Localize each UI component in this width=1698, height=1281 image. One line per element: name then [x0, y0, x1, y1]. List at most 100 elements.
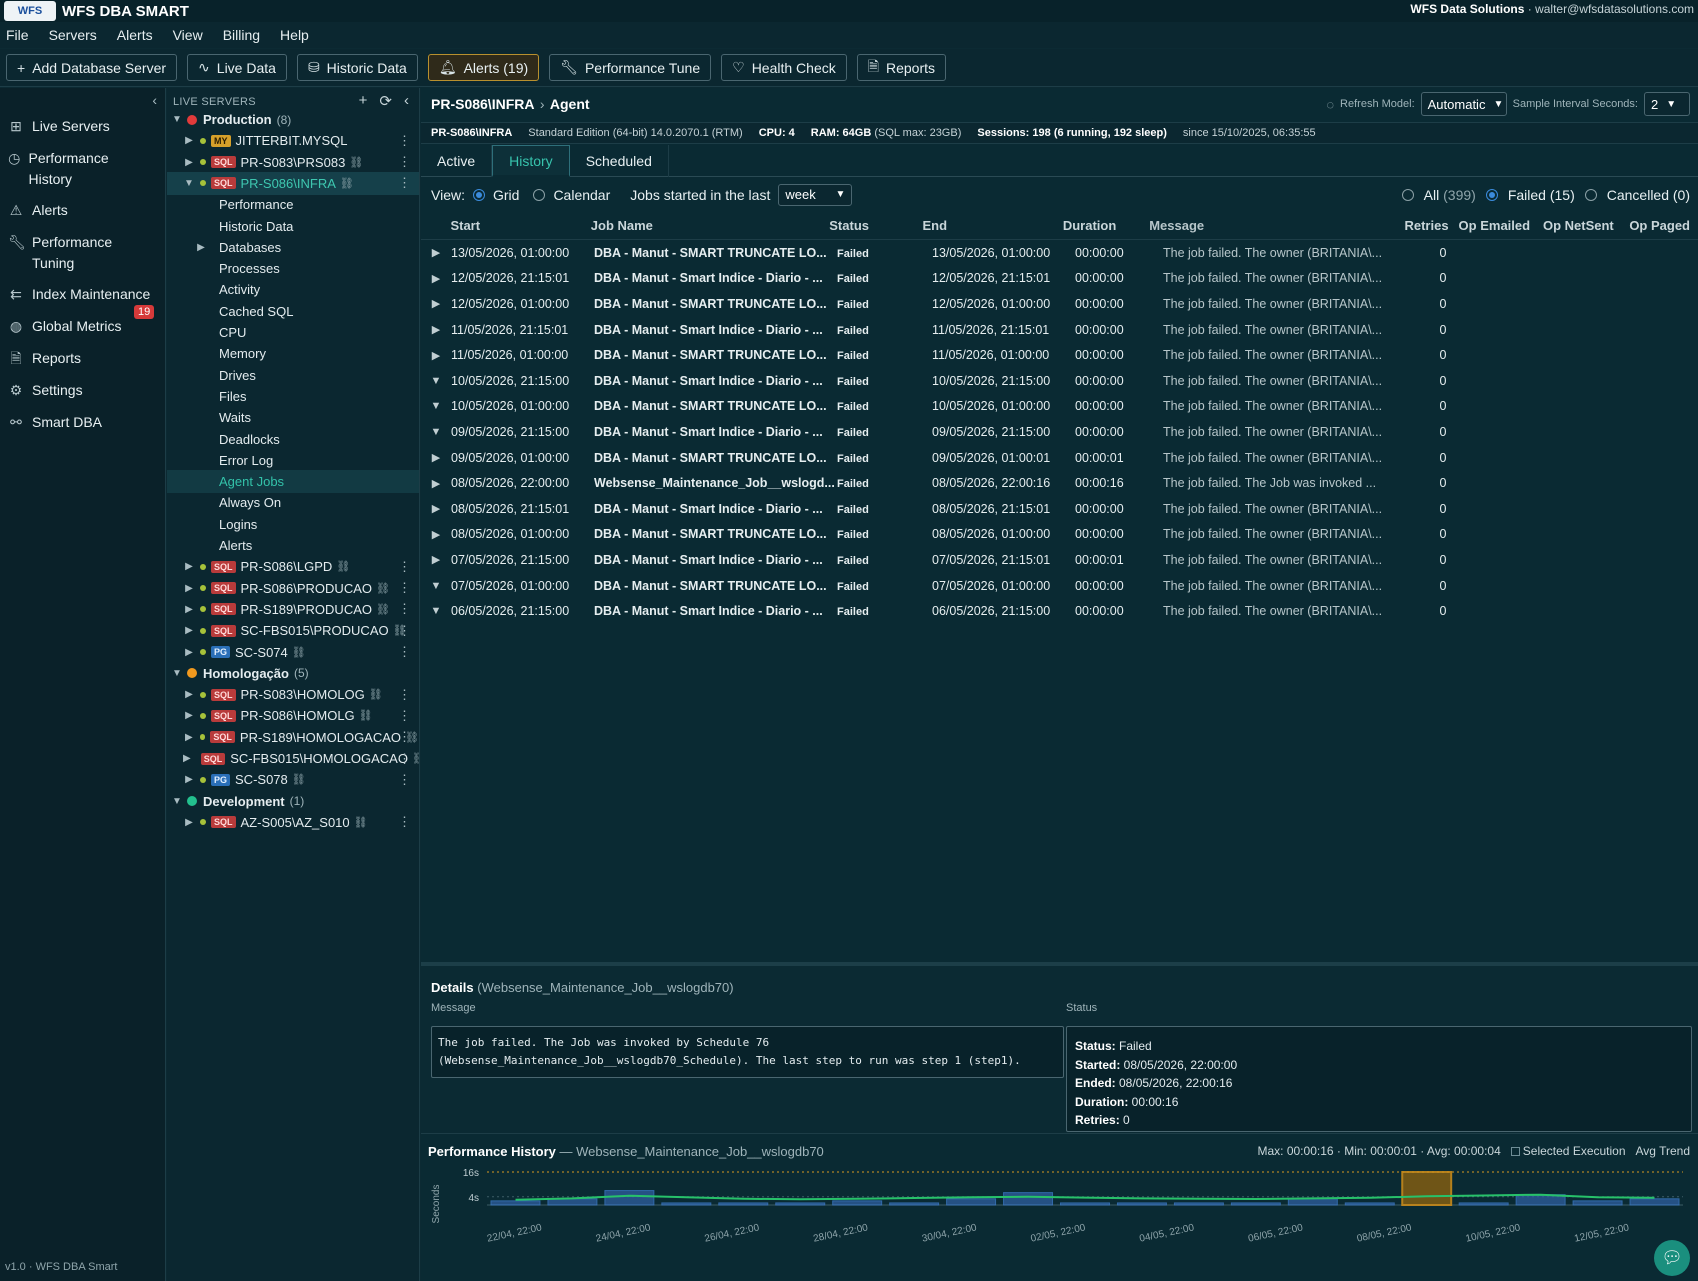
menu-help[interactable]: Help [280, 27, 309, 43]
add-database-server-button[interactable]: + Add Database Server [6, 54, 178, 81]
tree-subitem-waits[interactable]: Waits [167, 406, 419, 429]
more-options-icon[interactable]: ⋮ [398, 559, 411, 575]
tree-server[interactable]: ▶ SQL PR-S083\PRS083 ⛓ ⋮ [167, 151, 419, 174]
tree-server[interactable]: ▶ SQL PR-S189\HOMOLOGACAO ⛓ ⋮ [167, 726, 419, 749]
more-options-icon[interactable]: ⋮ [398, 133, 411, 149]
chevron-down-icon[interactable]: ▼ [421, 580, 451, 592]
nav-performance-tuning[interactable]: 🔧︎ Performance Tuning [8, 232, 128, 274]
nav-performance-history[interactable]: ◷ Performance History [8, 148, 128, 190]
more-options-icon[interactable]: ⋮ [398, 623, 411, 639]
more-options-icon[interactable]: ⋮ [398, 708, 411, 724]
tree-group-production[interactable]: ▼ Production (8) [167, 108, 419, 131]
col-job-name[interactable]: Job Name [591, 218, 829, 233]
tree-subitem-error-log[interactable]: Error Log [167, 449, 419, 472]
table-row[interactable]: ▶ 08/05/2026, 21:15:01 DBA - Manut - Smart… [421, 496, 1698, 522]
tree-subitem-alerts[interactable]: Alerts [167, 534, 419, 557]
chevron-right-icon[interactable]: ▶ [421, 477, 451, 490]
tree-subitem-activity[interactable]: Activity [167, 278, 419, 301]
grid-radio[interactable] [472, 188, 485, 201]
nav-live-servers[interactable]: ⊞ Live Servers [8, 116, 110, 137]
chevron-right-icon[interactable]: ▶ [421, 553, 451, 566]
chevron-right-icon[interactable]: ▶ [183, 135, 195, 146]
chevron-right-icon[interactable]: ▶ [183, 561, 195, 572]
chevron-right-icon[interactable]: ▶ [421, 323, 451, 336]
col-retries[interactable]: Retries [1390, 218, 1459, 233]
legend-trend[interactable]: Avg Trend [1636, 1144, 1690, 1158]
tree-subitem-logins[interactable]: Logins [167, 513, 419, 536]
filter-failed-label[interactable]: Failed (15) [1508, 187, 1575, 203]
alerts-19-button[interactable]: 🔔︎ Alerts (19) [427, 54, 540, 81]
table-row[interactable]: ▶ 11/05/2026, 21:15:01 DBA - Manut - Smart… [421, 317, 1698, 343]
chevron-right-icon[interactable]: ▶ [421, 502, 451, 515]
grid-label[interactable]: Grid [493, 187, 519, 203]
col-end[interactable]: End [923, 218, 1063, 233]
chevron-right-icon[interactable]: ▶ [421, 246, 451, 259]
tree-server[interactable]: ▶ SQL PR-S086\PRODUCAO ⛓ ⋮ [167, 577, 419, 600]
col-op-emailed[interactable]: Op Emailed [1459, 218, 1543, 233]
col-duration[interactable]: Duration [1063, 218, 1149, 233]
col-op-netsent[interactable]: Op NetSent [1543, 218, 1629, 233]
tree-server[interactable]: ▶ SQL PR-S086\LGPD ⛓ ⋮ [167, 555, 419, 578]
tree-subitem-agent-jobs[interactable]: Agent Jobs [167, 470, 419, 494]
chevron-right-icon[interactable]: ▶ [183, 583, 195, 594]
more-options-icon[interactable]: ⋮ [398, 601, 411, 617]
nav-smart-dba[interactable]: ⚯ Smart DBA [8, 412, 102, 433]
tree-subitem-cpu[interactable]: CPU [167, 321, 419, 344]
chevron-right-icon[interactable]: ▶ [183, 753, 191, 764]
table-row[interactable]: ▶ 12/05/2026, 21:15:01 DBA - Manut - Smart… [421, 266, 1698, 292]
calendar-label[interactable]: Calendar [553, 187, 610, 203]
chevron-right-icon[interactable]: ▶ [183, 689, 195, 700]
tree-subitem-performance[interactable]: Performance [167, 193, 419, 216]
period-select[interactable]: week ▼ [778, 183, 853, 206]
more-options-icon[interactable]: ⋮ [398, 729, 411, 745]
tree-subitem-always-on[interactable]: Always On [167, 491, 419, 514]
chevron-right-icon[interactable]: ▶ [183, 732, 195, 743]
tree-server[interactable]: ▶ PG SC-S074 ⛓ ⋮ [167, 641, 419, 664]
table-row[interactable]: ▶ 12/05/2026, 01:00:00 DBA - Manut - SMART… [421, 291, 1698, 317]
filter-all-radio[interactable] [1401, 188, 1414, 201]
more-options-icon[interactable]: ⋮ [398, 814, 411, 830]
table-row[interactable]: ▼ 07/05/2026, 01:00:00 DBA - Manut - SMART… [421, 573, 1698, 599]
nav-settings[interactable]: ⚙ Settings [8, 380, 83, 401]
more-options-icon[interactable]: ⋮ [398, 751, 411, 767]
sample-interval-select[interactable]: 2 ▼ [1644, 92, 1690, 116]
tree-server[interactable]: ▶ SQL PR-S083\HOMOLOG ⛓ ⋮ [167, 683, 419, 706]
chevron-right-icon[interactable]: ▶ [421, 349, 451, 362]
table-row[interactable]: ▼ 10/05/2026, 21:15:00 DBA - Manut - Smart… [421, 368, 1698, 394]
collapse-nav-icon[interactable]: ‹ [152, 92, 157, 108]
chevron-right-icon[interactable]: ▶ [183, 604, 195, 615]
filter-cancelled-label[interactable]: Cancelled (0) [1607, 187, 1690, 203]
health-check-button[interactable]: ♡ Health Check [721, 54, 847, 81]
tree-subitem-cached-sql[interactable]: Cached SQL [167, 300, 419, 323]
chevron-right-icon[interactable]: ▶ [421, 272, 451, 285]
chevron-right-icon[interactable]: ▶ [421, 451, 451, 464]
table-row[interactable]: ▼ 09/05/2026, 21:15:00 DBA - Manut - Smart… [421, 419, 1698, 445]
chevron-right-icon[interactable]: ▶ [183, 647, 195, 658]
tree-group-homologação[interactable]: ▼ Homologação (5) [167, 662, 419, 685]
chevron-right-icon[interactable]: ▶ [183, 817, 195, 828]
chevron-right-icon[interactable]: ▶ [183, 157, 195, 168]
historic-data-button[interactable]: ⛁ Historic Data [296, 54, 418, 81]
tree-subitem-files[interactable]: Files [167, 385, 419, 408]
more-options-icon[interactable]: ⋮ [398, 687, 411, 703]
table-row[interactable]: ▶ 08/05/2026, 22:00:00 Websense_Maintenanc… [421, 470, 1698, 496]
more-options-icon[interactable]: ⋮ [398, 644, 411, 660]
reports-button[interactable]: 🗎 Reports [856, 54, 947, 81]
chevron-down-icon[interactable]: ▼ [421, 375, 451, 387]
chevron-right-icon[interactable]: ▶ [183, 710, 195, 721]
tree-subitem-drives[interactable]: Drives [167, 364, 419, 387]
col-start[interactable]: Start [450, 218, 590, 233]
tree-subitem-processes[interactable]: Processes [167, 257, 419, 280]
tree-subitem-deadlocks[interactable]: Deadlocks [167, 428, 419, 451]
chevron-right-icon[interactable]: ▶ [421, 297, 451, 310]
col-status[interactable]: Status [829, 218, 922, 233]
live-data-button[interactable]: ∿ Live Data [187, 54, 287, 81]
tree-server[interactable]: ▶ SQL SC-FBS015\PRODUCAO ⛓ ⋮ [167, 619, 419, 642]
tab-scheduled[interactable]: Scheduled [570, 145, 669, 177]
breadcrumb-server[interactable]: PR-S086\INFRA [431, 96, 534, 112]
table-row[interactable]: ▶ 11/05/2026, 01:00:00 DBA - Manut - SMART… [421, 342, 1698, 368]
chevron-right-icon[interactable]: ▶ [195, 242, 207, 253]
menu-file[interactable]: File [6, 27, 29, 43]
nav-alerts[interactable]: ⚠ Alerts [8, 200, 68, 221]
table-row[interactable]: ▼ 10/05/2026, 01:00:00 DBA - Manut - SMART… [421, 394, 1698, 420]
